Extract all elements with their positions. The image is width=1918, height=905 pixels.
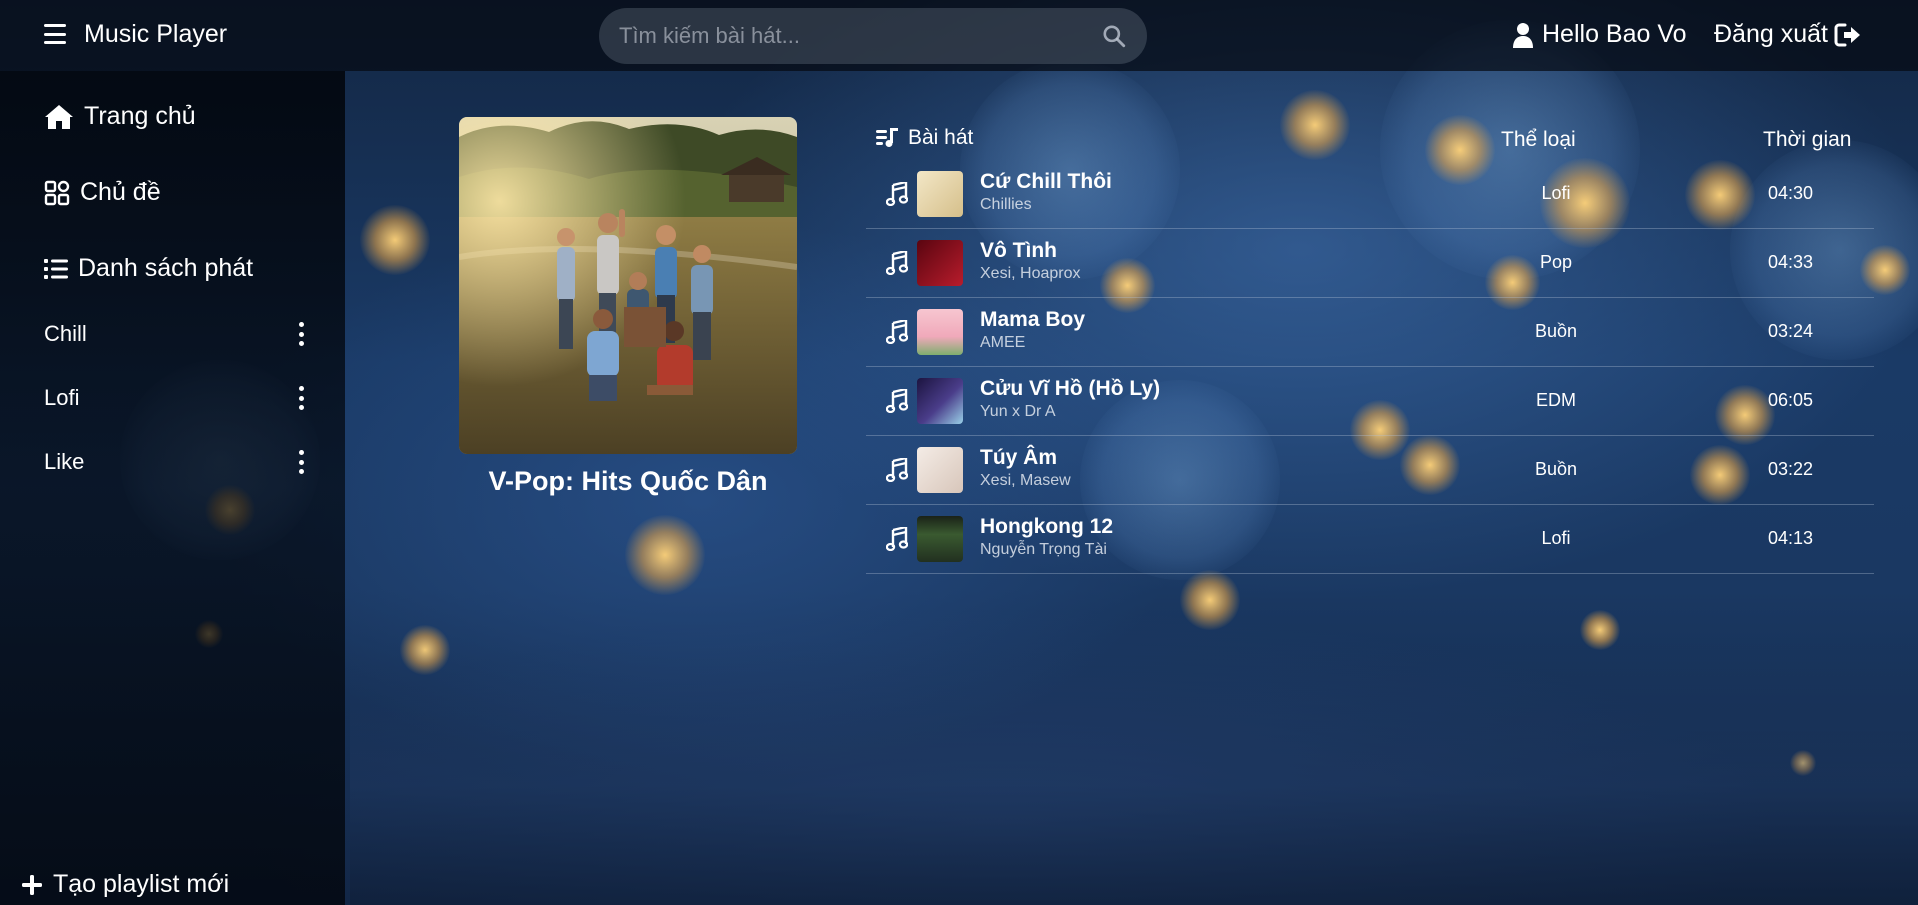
song-thumbnail (917, 378, 963, 424)
song-row[interactable]: Hongkong 12 Nguyễn Trọng Tài Lofi 04:13 (866, 505, 1874, 574)
logout-label: Đăng xuất (1714, 20, 1828, 48)
playlist-label: Like (44, 449, 85, 474)
music-note-icon (886, 182, 908, 206)
logout-button[interactable]: Đăng xuất (1714, 20, 1862, 49)
song-title: Vô Tình (980, 239, 1057, 262)
app-title: Music Player (84, 20, 228, 48)
song-row[interactable]: Cửu Vĩ Hồ (Hồ Ly) Yun x Dr A EDM 06:05 (866, 367, 1874, 436)
music-note-icon (886, 251, 908, 275)
song-artist: Xesi, Hoaprox (980, 265, 1081, 282)
list-icon (44, 258, 68, 279)
album-title: V-Pop: Hits Quốc Dân (488, 466, 768, 496)
song-duration: 06:05 (1768, 390, 1814, 410)
more-options-icon[interactable] (296, 322, 306, 346)
plus-icon (22, 874, 42, 895)
hamburger-menu-icon[interactable] (44, 24, 66, 44)
top-header: Music Player Hello Bao Vo Đăng xuất (0, 0, 1918, 71)
song-duration: 04:30 (1768, 183, 1814, 203)
song-artist: Yun x Dr A (980, 403, 1056, 420)
column-header-genre: Thể loại (1501, 128, 1576, 151)
create-playlist-button[interactable]: Tạo playlist mới (21, 870, 229, 899)
album-cover-image (459, 117, 797, 454)
playlist-item-like[interactable]: Like (44, 442, 306, 482)
user-icon (1513, 22, 1533, 48)
song-thumbnail (917, 516, 963, 562)
logout-icon (1834, 23, 1860, 46)
search-icon[interactable] (1101, 23, 1127, 49)
song-title: Cứ Chill Thôi (980, 170, 1112, 193)
playlist-item-lofi[interactable]: Lofi (44, 378, 306, 418)
create-playlist-label: Tạo playlist mới (53, 870, 230, 898)
song-title: Cửu Vĩ Hồ (Hồ Ly) (980, 377, 1161, 400)
user-greeting[interactable]: Hello Bao Vo (1512, 20, 1687, 49)
music-note-icon (886, 389, 908, 413)
song-duration: 03:24 (1768, 321, 1814, 341)
song-table: Bài hát Thể loại Thời gian Cứ Chill Thôi… (866, 120, 1874, 574)
sidebar-item-label: Trang chủ (84, 102, 196, 130)
sidebar-item-home[interactable]: Trang chủ (44, 102, 196, 131)
song-genre: EDM (1536, 390, 1576, 410)
song-duration: 04:13 (1768, 528, 1814, 548)
song-row[interactable]: Túy Âm Xesi, Masew Buồn 03:22 (866, 436, 1874, 505)
music-note-icon (886, 320, 908, 344)
column-header-song-label: Bài hát (908, 126, 974, 149)
music-note-icon (886, 458, 908, 482)
home-icon (45, 104, 73, 129)
playlist-label: Chill (44, 321, 87, 346)
song-thumbnail (917, 309, 963, 355)
song-duration: 04:33 (1768, 252, 1814, 272)
song-title: Hongkong 12 (980, 515, 1114, 538)
playlist-label: Lofi (44, 385, 80, 410)
song-thumbnail (917, 240, 963, 286)
column-header-song: Bài hát (876, 126, 973, 150)
table-header: Bài hát Thể loại Thời gian (866, 120, 1874, 160)
song-row[interactable]: Cứ Chill Thôi Chillies Lofi 04:30 (866, 160, 1874, 229)
column-header-time: Thời gian (1763, 128, 1852, 151)
greeting-text: Hello Bao Vo (1542, 20, 1687, 48)
topics-icon (44, 180, 70, 205)
playlist-music-icon (876, 128, 898, 147)
search-box[interactable] (599, 8, 1147, 64)
song-row[interactable]: Mama Boy AMEE Buồn 03:24 (866, 298, 1874, 367)
song-genre: Buồn (1534, 321, 1578, 341)
sidebar-item-label: Chủ đề (80, 178, 161, 206)
song-genre: Lofi (1541, 183, 1571, 203)
playlist-item-chill[interactable]: Chill (44, 314, 306, 354)
song-artist: AMEE (980, 334, 1026, 351)
search-input[interactable] (619, 23, 1101, 49)
sidebar-item-topics[interactable]: Chủ đề (44, 178, 161, 207)
song-artist: Nguyễn Trọng Tài (980, 541, 1107, 558)
song-thumbnail (917, 447, 963, 493)
song-genre: Pop (1539, 252, 1573, 272)
music-note-icon (886, 527, 908, 551)
more-options-icon[interactable] (296, 386, 306, 410)
song-title: Túy Âm (980, 446, 1058, 469)
song-duration: 03:22 (1768, 459, 1814, 479)
song-artist: Xesi, Masew (980, 472, 1071, 489)
song-title: Mama Boy (980, 308, 1086, 331)
song-row[interactable]: Vô Tình Xesi, Hoaprox Pop 04:33 (866, 229, 1874, 298)
song-genre: Lofi (1541, 528, 1571, 548)
sidebar-item-label: Danh sách phát (78, 254, 254, 282)
song-genre: Buồn (1534, 459, 1578, 479)
song-artist: Chillies (980, 196, 1032, 213)
song-thumbnail (917, 171, 963, 217)
more-options-icon[interactable] (296, 450, 306, 474)
sidebar-item-playlists[interactable]: Danh sách phát (44, 254, 253, 283)
